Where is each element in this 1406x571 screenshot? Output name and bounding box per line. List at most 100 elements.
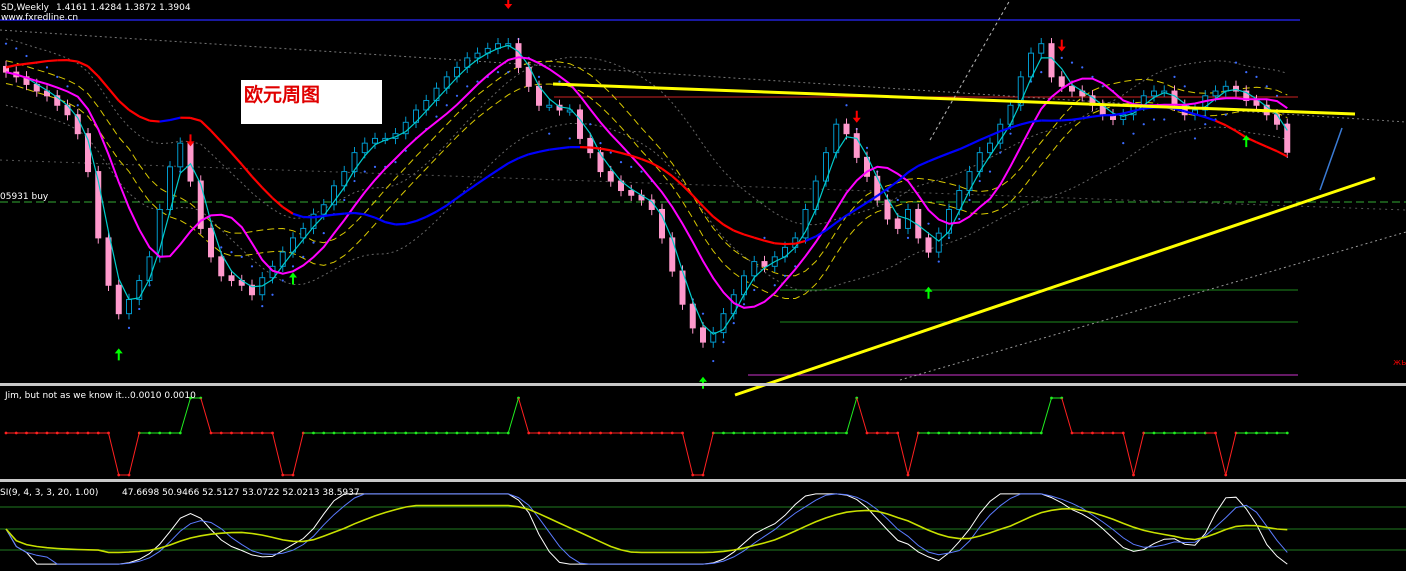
indicator2-name: SI(9, 4, 3, 3, 20, 1.00) [0,488,99,498]
long-ma-segment [1204,116,1216,122]
long-ma-segment [1266,145,1278,153]
candle-body [372,137,378,144]
long-ma-segment [425,210,438,218]
signal-segment [128,432,140,476]
long-ma-segment [1215,119,1227,127]
sar-dot [343,198,346,202]
sar-dot [1204,123,1207,126]
candle-body [1253,100,1260,106]
long-ma-segment [1194,113,1206,119]
candle-body [1151,90,1157,97]
sar-dot [507,71,510,74]
sell-arrow-icon [1057,39,1066,52]
long-ma-segment [107,87,120,102]
candle-body [218,256,225,277]
candle-body [577,109,583,139]
long-ma-segment [240,163,253,178]
signal-segment [518,397,530,434]
candle-body [515,43,522,68]
sar-dot [45,66,49,69]
long-ma-segment [1010,123,1022,129]
sar-dot [281,279,284,282]
sar-dot [476,80,479,83]
sar-dot [999,151,1002,154]
sar-dot [353,179,356,183]
support-trendline [734,176,1376,397]
candle-body [597,152,604,173]
long-ma-segment [251,175,264,189]
candle-body [751,261,758,277]
sar-dot [1255,75,1258,78]
long-ma-segment [26,61,37,65]
signal-segment [292,432,304,476]
long-ma-segment [590,146,601,150]
candle-body [433,87,440,102]
long-ma-segment [149,119,160,123]
indicator2-values: 47.6698 50.9466 52.5127 53.0722 52.0213 … [122,488,360,498]
long-ma-segment [292,212,304,219]
long-ma-segment [97,75,110,90]
long-ma-segment [5,63,17,69]
sar-dot [1245,71,1248,74]
long-ma-segment [938,152,950,159]
sar-dot [845,104,848,107]
candle-body [177,142,184,168]
sar-dot [1152,118,1156,121]
long-ma-segment [774,242,786,246]
candle-body [546,104,553,108]
signal-segment [507,397,519,434]
sar-dot [1101,85,1104,88]
projection-line [1319,127,1343,191]
sar-dot [599,142,602,145]
signal-segment [897,432,909,476]
long-ma-segment [46,59,58,63]
indicator1-name: Jim, but not as we know it... [5,391,131,401]
signal-segment [856,397,868,434]
sar-dot [1183,85,1186,88]
stochastic-panel [0,493,1406,565]
candle-body [761,261,768,267]
candle-body [474,52,481,59]
long-ma-segment [466,182,479,192]
sar-dot [312,241,315,244]
signal-segment [1061,397,1073,434]
signal-segment [907,432,919,476]
sar-dot [701,312,705,315]
long-ma-segment [691,194,704,208]
sar-dot [1070,61,1074,64]
long-ma-segment [907,164,919,174]
candle-body [935,232,942,253]
chart-annotation-title: 欧元周图 [244,84,321,106]
candle-body [587,137,594,154]
sar-dot [394,161,397,164]
sar-dot [609,151,612,154]
candle-body [1212,90,1219,97]
main-price-panel [0,0,1406,397]
long-ma-segment [118,99,130,111]
candle-body [607,171,614,182]
sar-dot [1081,66,1084,69]
buy-arrow-icon [924,286,933,299]
candle-body [115,284,122,315]
sar-dot [127,326,131,329]
sar-dot [753,288,756,292]
long-ma-segment [979,134,991,141]
long-ma-segment [67,59,78,63]
sar-dot [742,303,746,306]
long-ma-segment [1020,120,1032,126]
sar-dot [1060,56,1063,59]
long-ma-segment [958,143,970,151]
candle-body [228,275,235,282]
signal-segment [846,397,858,434]
sar-dot [937,260,940,263]
long-ma-segment [159,118,171,123]
long-ma-segment [538,148,550,153]
sar-dot [1132,132,1135,135]
candle-body [987,142,993,154]
long-ma-segment [1071,117,1083,121]
long-ma-segment [487,169,499,178]
sar-dot [1265,85,1268,88]
long-ma-segment [610,149,622,154]
long-ma-segment [518,153,530,160]
sar-dot [435,115,438,118]
